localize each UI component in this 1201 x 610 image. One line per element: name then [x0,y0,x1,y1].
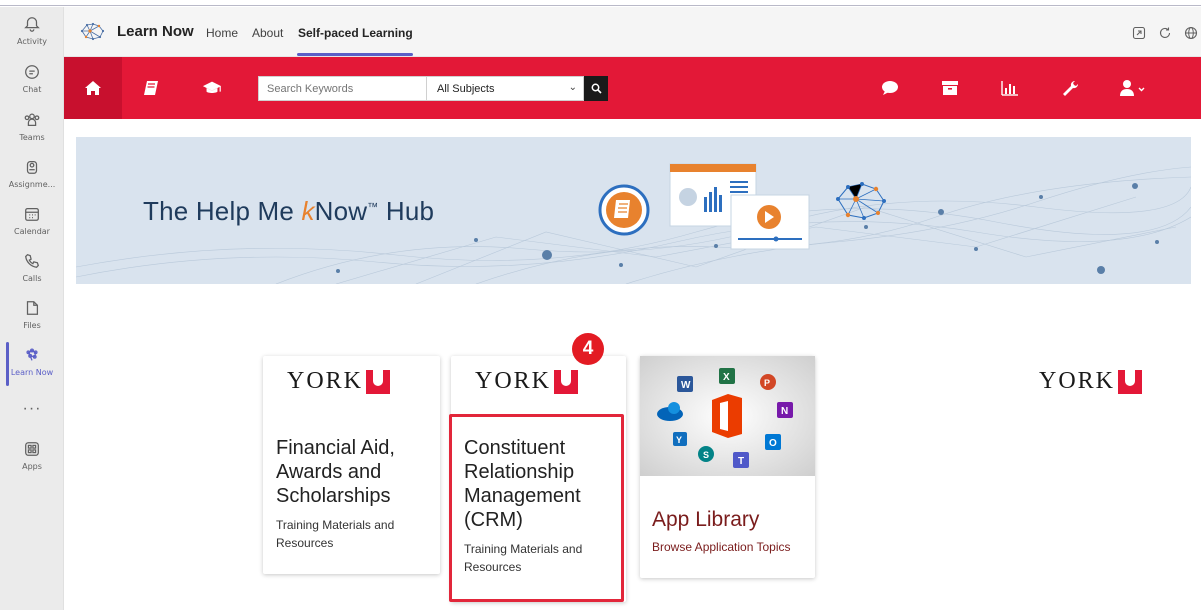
search-button[interactable] [584,76,608,101]
app-header: Learn Now Home About Self-paced Learning [64,7,1201,57]
card-app-library[interactable]: W X P N Y S T O App Library Browse Appli… [640,356,815,578]
york-u-logo: YORK [287,368,391,395]
svg-text:T: T [738,456,744,467]
hero-banner: The Help Me kNow™ Hub [76,137,1191,284]
york-u-mark-icon [1118,369,1143,394]
file-icon [26,301,39,315]
card-subtitle: Training Materials and Resources [276,516,394,552]
comment-icon[interactable] [880,79,900,97]
rail-item-assignments[interactable]: Assignme... [0,158,64,202]
rail-label-apps: Apps [22,462,42,471]
site-nav-bar: All Subjects ⌄ [64,57,1201,119]
rail-label-files: Files [23,321,41,330]
tab-self-paced-learning[interactable]: Self-paced Learning [298,26,413,40]
card-subtitle-line: Training Materials and [276,518,395,532]
subject-dropdown-value: All Subjects [437,83,495,95]
office-apps-image: W X P N Y S T O [640,356,815,476]
card-title-line: Financial Aid, [276,437,395,459]
teams-icon [24,113,40,127]
archive-icon[interactable] [940,79,960,97]
search-icon [591,83,602,94]
rail-item-chat[interactable]: Chat [0,63,64,107]
york-u-logo: YORK [475,368,579,395]
york-logo-text: YORK [1039,368,1116,394]
banner-title-k: k [301,196,315,226]
svg-text:X: X [723,372,730,383]
home-icon [85,81,101,95]
rail-item-apps[interactable]: Apps [0,440,64,484]
rail-item-calls[interactable]: Calls [0,252,64,296]
rail-label-learn-now: Learn Now [10,368,54,377]
refresh-icon[interactable] [1158,26,1172,40]
banner-title-part2: Now [314,196,368,226]
trademark-symbol: ™ [367,201,379,214]
search-keywords-input[interactable] [258,76,426,101]
rail-label-chat: Chat [22,85,42,94]
rail-item-calendar[interactable]: Calendar [0,205,64,249]
learn-now-logo-icon [80,22,105,41]
teams-left-rail: Activity Chat Teams Assignme... Calendar… [0,7,64,610]
york-u-mark-icon [554,369,579,394]
tab-about[interactable]: About [252,26,283,40]
svg-text:P: P [764,378,770,388]
card-title: Financial Aid, Awards and Scholarships [276,436,395,508]
svg-text:W: W [681,380,691,391]
phone-icon [25,253,40,268]
rail-item-teams[interactable]: Teams [0,111,64,155]
highlight-annotation-box [449,414,624,602]
rail-label-activity: Activity [17,37,47,46]
banner-title-part1: The Help Me [143,196,302,226]
tab-home[interactable]: Home [206,26,238,40]
york-u-mark-icon [366,369,391,394]
rail-label-calendar: Calendar [14,227,50,236]
graduation-cap-icon[interactable] [202,79,222,97]
app-title: Learn Now [117,23,194,40]
bar-chart-icon[interactable] [1000,79,1020,97]
rail-item-files[interactable]: Files [0,299,64,343]
banner-title-part3: Hub [378,196,435,226]
window-top-border [0,0,1201,6]
rail-label-calls: Calls [22,274,42,283]
active-tab-indicator [297,53,413,56]
book-icon[interactable] [142,79,162,97]
popout-icon[interactable] [1132,26,1146,40]
bell-icon [24,17,40,32]
banner-title: The Help Me kNow™ Hub [143,196,434,227]
card-subtitle-line: Resources [276,536,334,550]
rail-item-learn-now[interactable]: Learn Now [0,342,64,390]
subject-dropdown[interactable]: All Subjects ⌄ [426,76,584,101]
card-title: App Library [652,508,760,531]
chevron-down-icon: ⌄ [568,82,577,93]
card-financial-aid[interactable]: YORK Financial Aid, Awards and Scholarsh… [263,356,440,574]
assignments-icon [26,160,38,174]
step-number-badge: 4 [572,333,604,365]
chat-icon [25,65,39,79]
card-title-line: Awards and [276,461,382,483]
wrench-icon[interactable] [1060,79,1080,97]
rail-label-teams: Teams [19,133,45,142]
calendar-icon [25,207,39,221]
svg-text:O: O [769,438,777,449]
user-menu-icon[interactable] [1118,79,1148,97]
svg-text:N: N [781,406,788,417]
rail-more-button[interactable]: ··· [0,400,64,418]
globe-icon[interactable] [1184,26,1198,40]
home-nav-button[interactable] [64,57,122,119]
york-u-logo-right: YORK [1039,368,1143,395]
app-window: Activity Chat Teams Assignme... Calendar… [0,0,1201,610]
svg-text:S: S [703,450,709,460]
york-logo-text: YORK [287,368,364,394]
card-title-line: Scholarships [276,485,391,507]
card-subtitle: Browse Application Topics [652,540,791,554]
svg-text:Y: Y [676,435,682,445]
rail-label-assignments: Assignme... [8,180,56,189]
rail-item-activity[interactable]: Activity [0,15,64,59]
brain-icon [26,348,38,361]
york-logo-text: YORK [475,368,552,394]
apps-icon [25,442,39,456]
